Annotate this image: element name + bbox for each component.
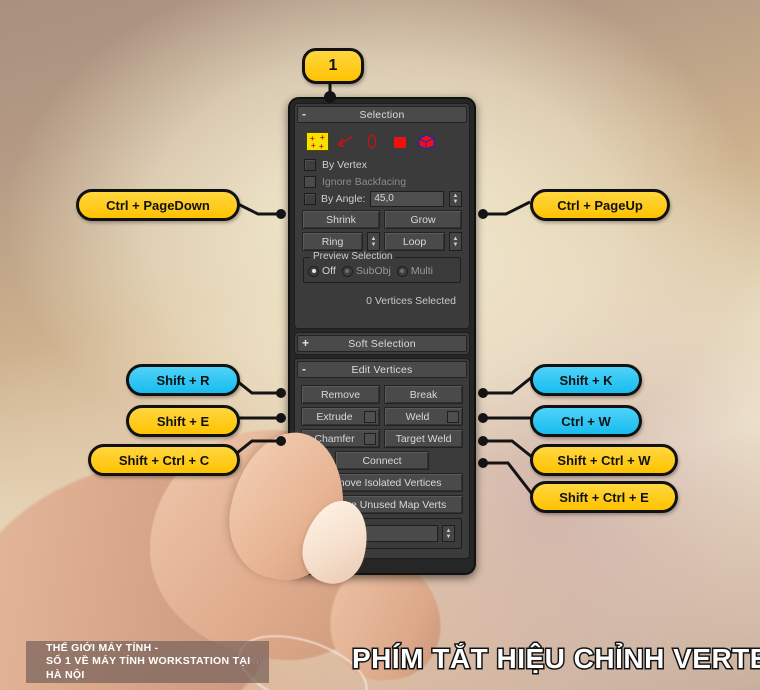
preview-subobj-label: SubObj [355, 265, 391, 277]
loop-spinner[interactable]: ▲ ▼ [449, 232, 462, 251]
edit-vertices-rollout-title: Edit Vertices [351, 363, 413, 376]
extrude-button[interactable]: Extrude [301, 407, 380, 426]
extrude-weld-row: Extrude Weld [301, 407, 463, 426]
selection-collapse-icon[interactable]: - [302, 106, 306, 122]
soft-selection-rollout-title: Soft Selection [348, 337, 416, 350]
soft-selection-expand-icon[interactable]: + [302, 335, 309, 351]
by-angle-input[interactable]: 45,0 [370, 190, 444, 207]
shrink-button[interactable]: Shrink [302, 210, 380, 229]
callout-shift-e[interactable]: Shift + E [126, 405, 240, 437]
main-title: PHÍM TẮT HIỆU CHỈNH VERTEXS [350, 642, 760, 676]
brand-line-1: THẾ GIỚI MÁY TÍNH - [46, 641, 159, 654]
callout-shift-ctrl-c[interactable]: Shift + Ctrl + C [88, 444, 240, 476]
ring-button[interactable]: Ring [302, 232, 363, 251]
by-angle-label: By Angle: [321, 192, 366, 205]
callout-shift-k[interactable]: Shift + K [530, 364, 642, 396]
chamfer-targetweld-row: Chamfer Target Weld [301, 429, 463, 448]
preview-option-multi[interactable]: Multi [396, 265, 434, 277]
preview-option-off[interactable]: Off [308, 265, 336, 277]
extrude-label: Extrude [316, 410, 353, 423]
selection-status-text: 0 Vertices Selected [366, 295, 456, 307]
brand-line-2: SỐ 1 VỀ MÁY TÍNH WORKSTATION TẠI HÀ NỘI [46, 655, 251, 681]
selection-rollout-title: Selection [359, 108, 405, 121]
ring-loop-row: Ring ▲ ▼ Loop ▲ ▼ [302, 232, 462, 251]
element-mode-icon[interactable] [416, 133, 437, 150]
soft-selection-rollout-header[interactable]: + Soft Selection [297, 335, 467, 352]
step-marker-1[interactable]: 1 [302, 48, 364, 84]
border-mode-icon[interactable] [362, 133, 383, 150]
edge-mode-icon[interactable] [335, 133, 356, 150]
polygon-mode-icon[interactable] [389, 133, 410, 150]
ignore-backfacing-checkbox[interactable] [304, 175, 316, 188]
selection-rollout-header[interactable]: - Selection [297, 106, 467, 123]
callout-ctrl-pagedown[interactable]: Ctrl + PageDown [76, 189, 240, 221]
remove-break-row: Remove Break [301, 385, 463, 404]
callout-ctrl-w[interactable]: Ctrl + W [530, 405, 642, 437]
brand-banner: THẾ GIỚI MÁY TÍNH - SỐ 1 VỀ MÁY TÍNH WOR… [26, 641, 269, 683]
shrink-grow-row: Shrink Grow [302, 210, 462, 229]
remove-button[interactable]: Remove [301, 385, 380, 404]
weight-spinner[interactable]: ▲ ▼ [442, 525, 455, 542]
preview-multi-radio[interactable] [396, 265, 408, 277]
weld-settings-icon[interactable] [447, 411, 459, 423]
selection-rollout-body: + + + + By Vertex Ignore Backfacing By A… [295, 125, 469, 328]
selection-rollout: - Selection + + + + By Vertex Ignore Bac… [294, 103, 470, 329]
preview-multi-label: Multi [410, 265, 434, 277]
by-vertex-checkbox[interactable] [304, 158, 316, 171]
callout-shift-ctrl-e[interactable]: Shift + Ctrl + E [530, 481, 678, 513]
preview-selection-label: Preview Selection [310, 251, 396, 262]
target-weld-button[interactable]: Target Weld [384, 429, 463, 448]
vertex-mode-icon[interactable]: + + + + [306, 132, 329, 151]
preview-option-subobj[interactable]: SubObj [341, 265, 391, 277]
edit-vertices-rollout-header[interactable]: - Edit Vertices [297, 361, 467, 378]
weld-label: Weld [405, 410, 430, 423]
by-vertex-label: By Vertex [322, 158, 367, 171]
callout-ctrl-pageup[interactable]: Ctrl + PageUp [530, 189, 670, 221]
callout-shift-r[interactable]: Shift + R [126, 364, 240, 396]
by-angle-row[interactable]: By Angle: 45,0 ▲ ▼ [304, 190, 462, 207]
screenshot-stage: - Selection + + + + By Vertex Ignore Bac… [0, 0, 760, 690]
ignore-backfacing-label: Ignore Backfacing [322, 175, 407, 188]
by-vertex-row[interactable]: By Vertex [304, 156, 464, 173]
preview-selection-radios: Off SubObj Multi [308, 265, 456, 277]
chamfer-settings-icon[interactable] [364, 433, 376, 445]
weld-button[interactable]: Weld [384, 407, 463, 426]
grow-button[interactable]: Grow [384, 210, 462, 229]
connect-button[interactable]: Connect [335, 451, 429, 470]
preview-subobj-radio[interactable] [341, 265, 353, 277]
edit-vertices-collapse-icon[interactable]: - [302, 361, 306, 377]
callout-shift-ctrl-w[interactable]: Shift + Ctrl + W [530, 444, 678, 476]
break-button[interactable]: Break [384, 385, 463, 404]
loop-button[interactable]: Loop [384, 232, 445, 251]
soft-selection-rollout: + Soft Selection [294, 332, 470, 355]
subobject-mode-bar: + + + + [300, 128, 464, 156]
preview-off-radio[interactable] [308, 265, 319, 277]
extrude-settings-icon[interactable] [364, 411, 376, 423]
preview-selection-group: Preview Selection Off SubObj Multi [303, 251, 461, 283]
preview-off-label: Off [322, 265, 336, 277]
ring-spinner[interactable]: ▲ ▼ [367, 232, 380, 251]
by-angle-spinner[interactable]: ▲ ▼ [449, 190, 462, 207]
ignore-backfacing-row[interactable]: Ignore Backfacing [304, 173, 464, 190]
by-angle-checkbox[interactable] [304, 192, 316, 205]
